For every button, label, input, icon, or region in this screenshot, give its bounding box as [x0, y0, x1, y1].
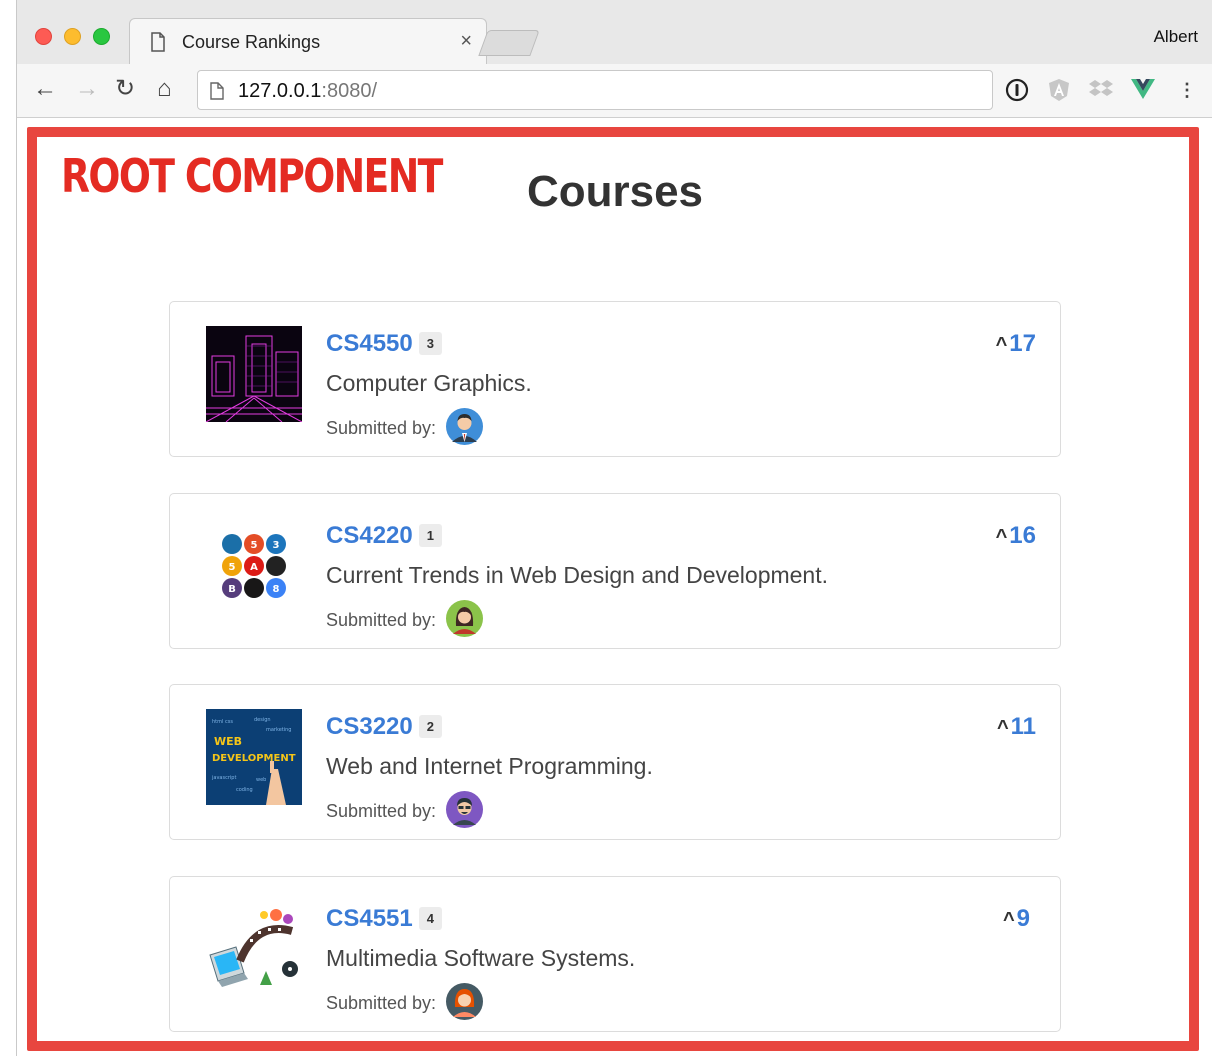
upvote-arrow-icon: ^ — [995, 334, 1008, 356]
svg-text:design: design — [254, 717, 271, 723]
tab-close-icon[interactable]: × — [460, 30, 472, 52]
minimize-window-button[interactable] — [64, 28, 81, 45]
submitted-by-label: Submitted by: — [326, 993, 437, 1013]
vue-devtools-icon[interactable] — [1131, 78, 1155, 102]
submitted-by-label: Submitted by: — [326, 610, 437, 630]
title-bar: Course Rankings × Albert — [17, 0, 1212, 64]
address-bar[interactable]: 127.0.0.1:8080/ — [197, 70, 993, 110]
svg-text:javascript: javascript — [211, 775, 236, 781]
upvote-arrow-icon: ^ — [995, 526, 1008, 548]
submitted-by-label: Submitted by: — [326, 801, 437, 821]
course-code: CS3220 — [326, 713, 413, 740]
course-code: CS4551 — [326, 905, 413, 932]
url-host: 127.0.0.1 — [238, 80, 322, 102]
svg-text:5: 5 — [251, 540, 258, 551]
url-port-path: :8080/ — [321, 80, 378, 102]
submitted-by-label: Submitted by: — [326, 418, 437, 438]
maximize-window-button[interactable] — [93, 28, 110, 45]
profile-name[interactable]: Albert — [1154, 27, 1198, 47]
course-card: CS4550 3 Computer Graphics. Submitted by:… — [169, 301, 1061, 457]
url-text[interactable]: 127.0.0.1:8080/ — [238, 80, 377, 103]
woman-redhair-avatar — [446, 983, 483, 1020]
course-description: Multimedia Software Systems. — [326, 945, 636, 971]
course-code: CS4220 — [326, 522, 413, 549]
browser-toolbar: ← → ↻ ⌂ 127.0.0.1:8080/ ⋮ — [17, 64, 1212, 118]
wireframe-city-image — [206, 326, 302, 422]
browser-tab[interactable]: Course Rankings × — [129, 18, 487, 64]
rank-badge: 1 — [418, 524, 442, 547]
web-development-word-cloud-image: html css design marketing javascript webcod… — [206, 709, 302, 805]
browser-window: Course Rankings × Albert ← → ↻ ⌂ 127.0.0… — [16, 0, 1212, 1056]
upvote-button[interactable]: ^11 — [997, 713, 1036, 741]
page-title: Courses — [526, 167, 704, 216]
reload-icon[interactable]: ↻ — [115, 76, 135, 102]
new-tab-button[interactable] — [478, 30, 540, 56]
vote-count: 16 — [1009, 522, 1036, 549]
svg-text:WEB: WEB — [214, 735, 242, 748]
course-card: html css design marketing javascript web cod… — [169, 684, 1061, 840]
1password-icon[interactable] — [1005, 78, 1029, 102]
course-code-link[interactable]: CS4551 4 — [326, 905, 442, 933]
svg-text:3: 3 — [273, 540, 280, 551]
course-code: CS4550 — [326, 330, 413, 357]
course-code-link[interactable]: CS3220 2 — [326, 713, 442, 741]
page-icon — [151, 32, 165, 52]
man-suit-avatar — [446, 408, 483, 445]
svg-text:5: 5 — [229, 562, 236, 573]
course-description: Computer Graphics. — [326, 370, 532, 396]
upvote-button[interactable]: ^9 — [1003, 905, 1030, 933]
angular-icon[interactable] — [1047, 78, 1071, 102]
upvote-arrow-icon: ^ — [1002, 909, 1015, 931]
svg-text:A: A — [250, 562, 258, 573]
course-code-link[interactable]: CS4220 1 — [326, 522, 442, 550]
home-icon[interactable]: ⌂ — [157, 76, 172, 102]
upvote-button[interactable]: ^17 — [996, 330, 1036, 358]
page-content: ROOT COMPONENT Courses CS4550 3 Computer… — [17, 119, 1212, 1056]
close-window-button[interactable] — [35, 28, 52, 45]
svg-text:html css: html css — [212, 719, 233, 725]
page-info-icon[interactable] — [210, 82, 224, 100]
back-arrow-icon[interactable]: ← — [33, 76, 57, 102]
svg-text:web: web — [256, 777, 266, 783]
course-card: 5 3 5 A B 8 CS4220 1 Current Trends in Web Des… — [169, 493, 1061, 649]
svg-text:8: 8 — [273, 584, 280, 595]
course-card: CS4551 4 Multimedia Software Systems. Sub… — [169, 876, 1061, 1032]
svg-text:marketing: marketing — [266, 727, 291, 733]
man-glasses-avatar — [446, 791, 483, 828]
course-description: Web and Internet Programming. — [326, 753, 653, 779]
upvote-button[interactable]: ^16 — [996, 522, 1036, 550]
svg-text:coding: coding — [236, 787, 253, 793]
rank-badge: 4 — [418, 907, 442, 930]
dropbox-icon[interactable] — [1089, 78, 1113, 102]
upvote-arrow-icon: ^ — [996, 717, 1009, 739]
tab-title: Course Rankings — [182, 32, 321, 52]
svg-text:B: B — [228, 584, 236, 595]
menu-kebab-icon[interactable]: ⋮ — [1175, 78, 1199, 102]
web-technology-logos-image: 5 3 5 A B 8 — [206, 518, 302, 614]
rank-badge: 2 — [418, 715, 442, 738]
woman-avatar — [446, 600, 483, 637]
svg-text:DEVELOPMENT: DEVELOPMENT — [212, 753, 296, 764]
vote-count: 9 — [1016, 905, 1030, 932]
vote-count: 17 — [1009, 330, 1036, 357]
course-code-link[interactable]: CS4550 3 — [326, 330, 442, 358]
vote-count: 11 — [1010, 713, 1036, 740]
forward-arrow-icon[interactable]: → — [75, 76, 99, 102]
course-description: Current Trends in Web Design and Develop… — [326, 562, 829, 588]
rank-badge: 3 — [418, 332, 442, 355]
multimedia-laptop-image — [206, 901, 302, 997]
